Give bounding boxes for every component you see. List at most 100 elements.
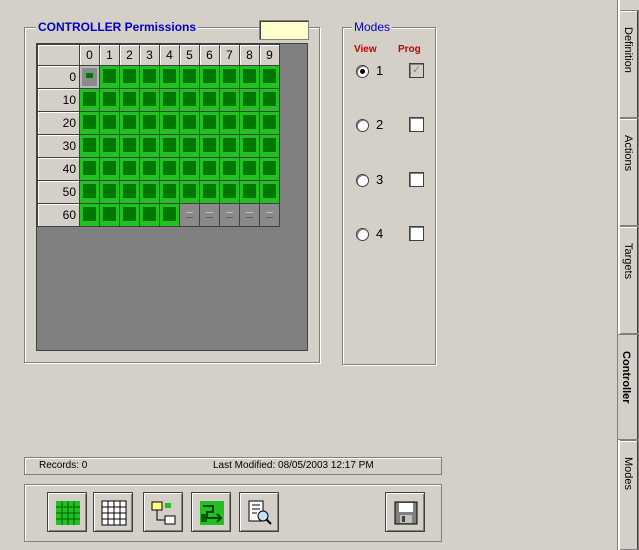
grid-column-header[interactable]: 9 bbox=[259, 44, 280, 66]
view-mode-radio[interactable] bbox=[356, 228, 369, 241]
permission-cell[interactable] bbox=[99, 111, 120, 135]
permission-cell[interactable] bbox=[239, 88, 260, 112]
grid-row-header[interactable]: 10 bbox=[37, 88, 80, 112]
permission-cell[interactable] bbox=[119, 180, 140, 204]
permission-cell[interactable] bbox=[179, 180, 200, 204]
permission-cell[interactable] bbox=[179, 134, 200, 158]
permission-cell[interactable] bbox=[139, 157, 160, 181]
preview-button[interactable] bbox=[239, 492, 279, 532]
clear-grid-button[interactable] bbox=[93, 492, 133, 532]
permission-cell[interactable] bbox=[119, 134, 140, 158]
permission-cell[interactable] bbox=[159, 88, 180, 112]
permission-cell[interactable] bbox=[239, 180, 260, 204]
permissions-field[interactable] bbox=[259, 20, 309, 40]
tab-definition[interactable]: Definition bbox=[620, 10, 639, 118]
permission-cell[interactable] bbox=[239, 65, 260, 89]
view-mode-radio[interactable] bbox=[356, 174, 369, 187]
grid-row-header[interactable]: 20 bbox=[37, 111, 80, 135]
permission-cell[interactable] bbox=[119, 203, 140, 227]
swap-button[interactable] bbox=[143, 492, 183, 532]
grid-row-header[interactable]: 50 bbox=[37, 180, 80, 204]
permission-cell[interactable] bbox=[159, 203, 180, 227]
permission-cell[interactable] bbox=[259, 111, 280, 135]
view-mode-radio[interactable] bbox=[356, 65, 369, 78]
permission-cell[interactable] bbox=[119, 88, 140, 112]
permission-cell[interactable] bbox=[139, 65, 160, 89]
grid-column-header[interactable]: 5 bbox=[179, 44, 200, 66]
permission-cell[interactable] bbox=[259, 88, 280, 112]
grid-row-header[interactable]: 40 bbox=[37, 157, 80, 181]
grid-column-header[interactable]: 3 bbox=[139, 44, 160, 66]
permission-cell[interactable] bbox=[259, 65, 280, 89]
permission-cell[interactable] bbox=[219, 180, 240, 204]
permission-cell[interactable] bbox=[79, 65, 100, 89]
tab-targets[interactable]: Targets bbox=[620, 226, 639, 334]
permission-cell[interactable] bbox=[199, 111, 220, 135]
permission-cell[interactable] bbox=[239, 203, 260, 227]
permission-cell[interactable] bbox=[139, 134, 160, 158]
transfer-button[interactable] bbox=[191, 492, 231, 532]
permission-cell[interactable] bbox=[139, 88, 160, 112]
permission-cell[interactable] bbox=[159, 111, 180, 135]
tab-actions[interactable]: Actions bbox=[620, 118, 639, 226]
permission-cell[interactable] bbox=[259, 157, 280, 181]
permission-cell[interactable] bbox=[99, 157, 120, 181]
permission-cell[interactable] bbox=[79, 180, 100, 204]
permission-cell[interactable] bbox=[119, 65, 140, 89]
permission-cell[interactable] bbox=[159, 134, 180, 158]
grid-row-header[interactable]: 60 bbox=[37, 203, 80, 227]
permission-cell[interactable] bbox=[99, 203, 120, 227]
permission-cell[interactable] bbox=[79, 203, 100, 227]
permission-cell[interactable] bbox=[99, 134, 120, 158]
permission-cell[interactable] bbox=[159, 180, 180, 204]
grid-row-header[interactable]: 0 bbox=[37, 65, 80, 89]
permission-cell[interactable] bbox=[199, 65, 220, 89]
grid-column-header[interactable]: 1 bbox=[99, 44, 120, 66]
permission-cell[interactable] bbox=[159, 65, 180, 89]
permission-cell[interactable] bbox=[99, 180, 120, 204]
permission-cell[interactable] bbox=[79, 157, 100, 181]
permission-cell[interactable] bbox=[199, 88, 220, 112]
permission-cell[interactable] bbox=[179, 157, 200, 181]
permission-cell[interactable] bbox=[199, 180, 220, 204]
select-all-button[interactable] bbox=[47, 492, 87, 532]
prog-checkbox[interactable] bbox=[409, 117, 424, 132]
permission-cell[interactable] bbox=[119, 157, 140, 181]
tab-controller[interactable]: Controller bbox=[618, 334, 639, 440]
permission-cell[interactable] bbox=[259, 134, 280, 158]
permission-cell[interactable] bbox=[79, 111, 100, 135]
permission-cell[interactable] bbox=[99, 65, 120, 89]
tab-modes[interactable]: Modes bbox=[620, 440, 639, 550]
permission-cell[interactable] bbox=[219, 88, 240, 112]
grid-column-header[interactable]: 8 bbox=[239, 44, 260, 66]
permission-cell[interactable] bbox=[259, 203, 280, 227]
permission-cell[interactable] bbox=[199, 203, 220, 227]
permission-cell[interactable] bbox=[179, 203, 200, 227]
permission-cell[interactable] bbox=[239, 111, 260, 135]
permission-cell[interactable] bbox=[119, 111, 140, 135]
grid-column-header[interactable]: 4 bbox=[159, 44, 180, 66]
permission-cell[interactable] bbox=[179, 111, 200, 135]
prog-checkbox[interactable] bbox=[409, 226, 424, 241]
permission-cell[interactable] bbox=[139, 203, 160, 227]
permission-cell[interactable] bbox=[79, 88, 100, 112]
permission-cell[interactable] bbox=[219, 111, 240, 135]
permission-cell[interactable] bbox=[99, 88, 120, 112]
prog-checkbox[interactable]: ✓ bbox=[409, 63, 424, 78]
prog-checkbox[interactable] bbox=[409, 172, 424, 187]
permission-cell[interactable] bbox=[219, 65, 240, 89]
grid-row-header[interactable]: 30 bbox=[37, 134, 80, 158]
grid-column-header[interactable]: 2 bbox=[119, 44, 140, 66]
permission-cell[interactable] bbox=[179, 88, 200, 112]
grid-column-header[interactable]: 6 bbox=[199, 44, 220, 66]
permission-cell[interactable] bbox=[199, 157, 220, 181]
permission-cell[interactable] bbox=[239, 157, 260, 181]
permission-cell[interactable] bbox=[199, 134, 220, 158]
grid-column-header[interactable]: 7 bbox=[219, 44, 240, 66]
grid-column-header[interactable]: 0 bbox=[79, 44, 100, 66]
permission-cell[interactable] bbox=[219, 134, 240, 158]
permission-cell[interactable] bbox=[219, 157, 240, 181]
permission-cell[interactable] bbox=[139, 180, 160, 204]
save-button[interactable] bbox=[385, 492, 425, 532]
view-mode-radio[interactable] bbox=[356, 119, 369, 132]
